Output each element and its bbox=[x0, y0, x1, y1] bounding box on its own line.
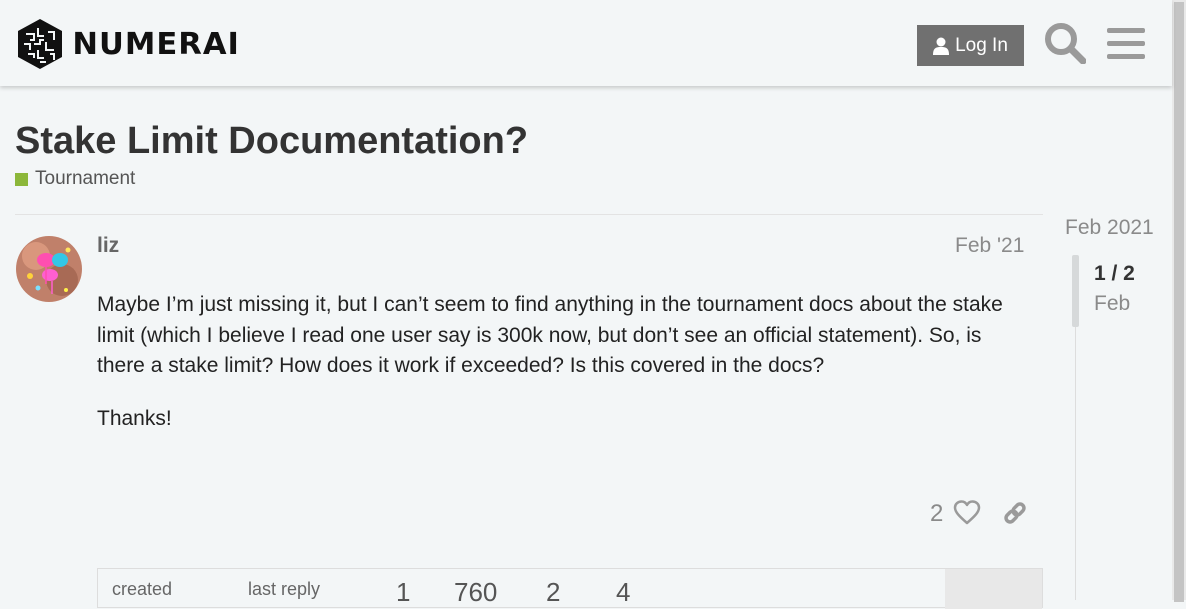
post-body: Maybe I’m just missing it, but I can’t s… bbox=[97, 290, 1027, 456]
timeline-position: 1 / 2 bbox=[1094, 262, 1135, 285]
category-label: Tournament bbox=[35, 168, 136, 189]
search-icon[interactable] bbox=[1044, 22, 1086, 64]
post-date[interactable]: Feb '21 bbox=[955, 234, 1024, 258]
topic-title[interactable]: Stake Limit Documentation? bbox=[15, 120, 528, 163]
timeline-handle[interactable] bbox=[1072, 255, 1079, 327]
created-label: created bbox=[112, 579, 173, 599]
topic-map: created last reply 1 760 2 4 bbox=[97, 568, 1043, 609]
users-count: 2 bbox=[546, 577, 561, 607]
category-badge[interactable]: Tournament bbox=[15, 168, 135, 190]
views-count: 760 bbox=[454, 577, 498, 607]
category-color-swatch bbox=[15, 172, 28, 186]
post-paragraph: Maybe I’m just missing it, but I can’t s… bbox=[97, 293, 1003, 377]
login-button[interactable]: Log In bbox=[917, 25, 1024, 66]
heart-icon[interactable] bbox=[953, 499, 981, 526]
scrollbar-thumb[interactable] bbox=[1174, 2, 1184, 602]
replies-count: 1 bbox=[396, 577, 411, 607]
site-header: NUMERAI Log In bbox=[0, 0, 1172, 86]
user-avatar[interactable] bbox=[16, 236, 82, 302]
timeline-position-date: Feb bbox=[1094, 292, 1131, 315]
topic-map-expand-button[interactable] bbox=[945, 569, 1042, 609]
avatar-image bbox=[16, 236, 82, 302]
person-icon bbox=[933, 37, 950, 55]
login-label: Log In bbox=[955, 34, 1008, 56]
numerai-logo-icon bbox=[18, 19, 62, 69]
likes-total-count: 4 bbox=[616, 577, 631, 607]
site-logo[interactable]: NUMERAI bbox=[16, 18, 240, 70]
link-icon[interactable] bbox=[1001, 498, 1029, 528]
post-username[interactable]: liz bbox=[97, 234, 119, 258]
like-count[interactable]: 2 bbox=[930, 500, 943, 528]
page-scrollbar[interactable] bbox=[1172, 0, 1186, 602]
title-divider bbox=[15, 214, 1043, 215]
logo-text: NUMERAI bbox=[72, 26, 240, 62]
post-paragraph: Thanks! bbox=[97, 406, 172, 430]
timeline-start-date[interactable]: Feb 2021 bbox=[1065, 216, 1154, 240]
last-reply-label: last reply bbox=[248, 579, 321, 599]
menu-icon[interactable] bbox=[1107, 26, 1145, 60]
